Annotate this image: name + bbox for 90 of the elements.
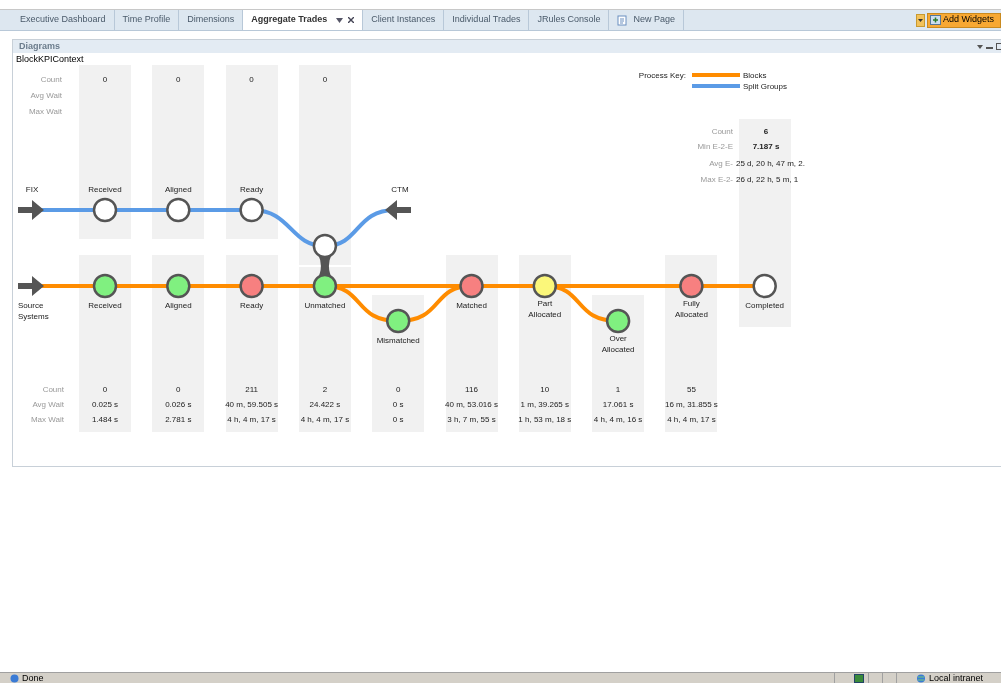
stage-label: Aligned xyxy=(164,300,192,311)
add-widgets-button[interactable]: Add Widgets xyxy=(926,12,1001,28)
stage-label: Fully Allocated xyxy=(674,298,708,320)
stat-value: 211 xyxy=(245,384,258,395)
page-icon xyxy=(10,673,19,683)
stat-value: 0 xyxy=(395,384,401,395)
stat-label: Max Wait xyxy=(28,106,62,117)
stat-label: Count xyxy=(40,74,62,85)
stage-label: Matched xyxy=(456,300,487,311)
tab[interactable]: Executive Dashboard xyxy=(12,10,115,30)
stat-value: 2.781 s xyxy=(165,414,192,425)
stat-value: 116 xyxy=(465,384,478,395)
stat-value: 26 d, 22 h, 5 m, 1 xyxy=(736,174,799,185)
dropdown-icon[interactable] xyxy=(977,44,983,49)
stat-value: 0 xyxy=(102,384,108,395)
stat-value: 1 m, 39.265 s xyxy=(520,399,570,410)
stage-label: Part Allocated xyxy=(528,298,562,320)
stat-value: 55 xyxy=(686,384,696,395)
tab[interactable]: Client Instances xyxy=(363,10,445,30)
stat-value: 0 xyxy=(102,74,108,85)
stat-value: 0 s xyxy=(392,399,404,410)
stat-value: 4 h, 4 m, 17 s xyxy=(300,414,350,425)
zone-text: Local intranet xyxy=(928,673,983,683)
stat-value: 7.187 s xyxy=(752,141,780,152)
stat-label: Max Wait xyxy=(30,414,64,425)
stat-value: 4 h, 4 m, 16 s xyxy=(593,414,643,425)
arrow-icon xyxy=(18,200,44,220)
widgets-icon xyxy=(929,15,941,25)
stage-label: Ready xyxy=(240,184,264,195)
stat-label: Min E-2-E xyxy=(697,141,733,152)
key-label: Process Key: xyxy=(638,70,686,81)
widget-menu-button[interactable] xyxy=(915,13,925,27)
stat-value: 0 s xyxy=(392,414,404,425)
arrow-icon xyxy=(385,200,411,220)
stat-value: 16 m, 31.855 s xyxy=(664,399,718,410)
stat-value: 2 xyxy=(322,384,328,395)
stage-label: Aligned xyxy=(164,184,192,195)
tab[interactable]: Time Profile xyxy=(114,10,180,30)
stat-value: 0 xyxy=(176,384,181,395)
security-icon xyxy=(853,673,864,683)
stat-value: 0 xyxy=(249,74,254,85)
stat-value: 10 xyxy=(540,384,550,395)
stat-value: 6 xyxy=(763,126,769,137)
status-text: Done xyxy=(22,673,44,683)
stat-value: 0 xyxy=(322,74,328,85)
stat-value: 0 xyxy=(176,74,181,85)
caret-icon xyxy=(917,18,923,22)
stat-value: 24.422 s xyxy=(309,399,341,410)
stage-label: Received xyxy=(88,184,122,195)
stat-value: 1 xyxy=(615,384,621,395)
key-label: Split Groups xyxy=(743,81,788,92)
close-icon[interactable] xyxy=(348,17,355,23)
stat-value: 40 m, 59.505 s xyxy=(225,399,279,410)
tab-menu-icon[interactable] xyxy=(336,17,344,23)
stat-label: Max E-2- xyxy=(700,174,733,185)
stat-label: Avg Wait xyxy=(32,399,64,410)
stage-label: Mismatched xyxy=(376,335,420,346)
source-label: FIX xyxy=(25,184,39,195)
tab[interactable]: Individual Trades xyxy=(444,10,530,30)
stat-value: 4 h, 4 m, 17 s xyxy=(227,414,276,425)
source-label: CTM xyxy=(391,184,409,195)
stage-label: Ready xyxy=(240,300,264,311)
stat-value: 0.026 s xyxy=(165,399,192,410)
stat-value: 1 h, 53 m, 18 s xyxy=(518,414,572,425)
arrow-icon xyxy=(18,276,44,296)
panel-title: Diagrams xyxy=(19,42,61,51)
stat-value: 25 d, 20 h, 47 m, 2. xyxy=(736,158,805,169)
new-page-icon xyxy=(617,14,629,26)
context-label: BlockKPIContext xyxy=(16,53,85,65)
stage-label: Over Allocated xyxy=(601,333,635,355)
tab[interactable]: JRules Console xyxy=(529,10,610,30)
tab[interactable]: Aggregate Trades xyxy=(243,10,364,30)
stat-label: Count xyxy=(711,126,733,137)
stat-label: Avg Wait xyxy=(30,90,62,101)
stat-label: Count xyxy=(42,384,64,395)
stage-label: Completed xyxy=(745,300,785,311)
stage-label: Unmatched xyxy=(304,300,346,311)
stage-label: Received xyxy=(88,300,122,311)
stat-value: 0.025 s xyxy=(91,399,119,410)
maximize-icon[interactable] xyxy=(996,43,1001,50)
stat-value: 4 h, 4 m, 17 s xyxy=(667,414,716,425)
key-label: Blocks xyxy=(743,70,767,81)
tab[interactable]: New Page xyxy=(609,10,684,30)
stat-value: 1.484 s xyxy=(91,414,119,425)
stat-value: 17.061 s xyxy=(602,399,634,410)
stat-value: 3 h, 7 m, 55 s xyxy=(447,414,496,425)
source-label: Source Systems xyxy=(18,300,50,322)
globe-icon xyxy=(915,673,926,683)
stat-value: 40 m, 53.016 s xyxy=(445,399,498,410)
stat-label: Avg E- xyxy=(709,158,733,169)
